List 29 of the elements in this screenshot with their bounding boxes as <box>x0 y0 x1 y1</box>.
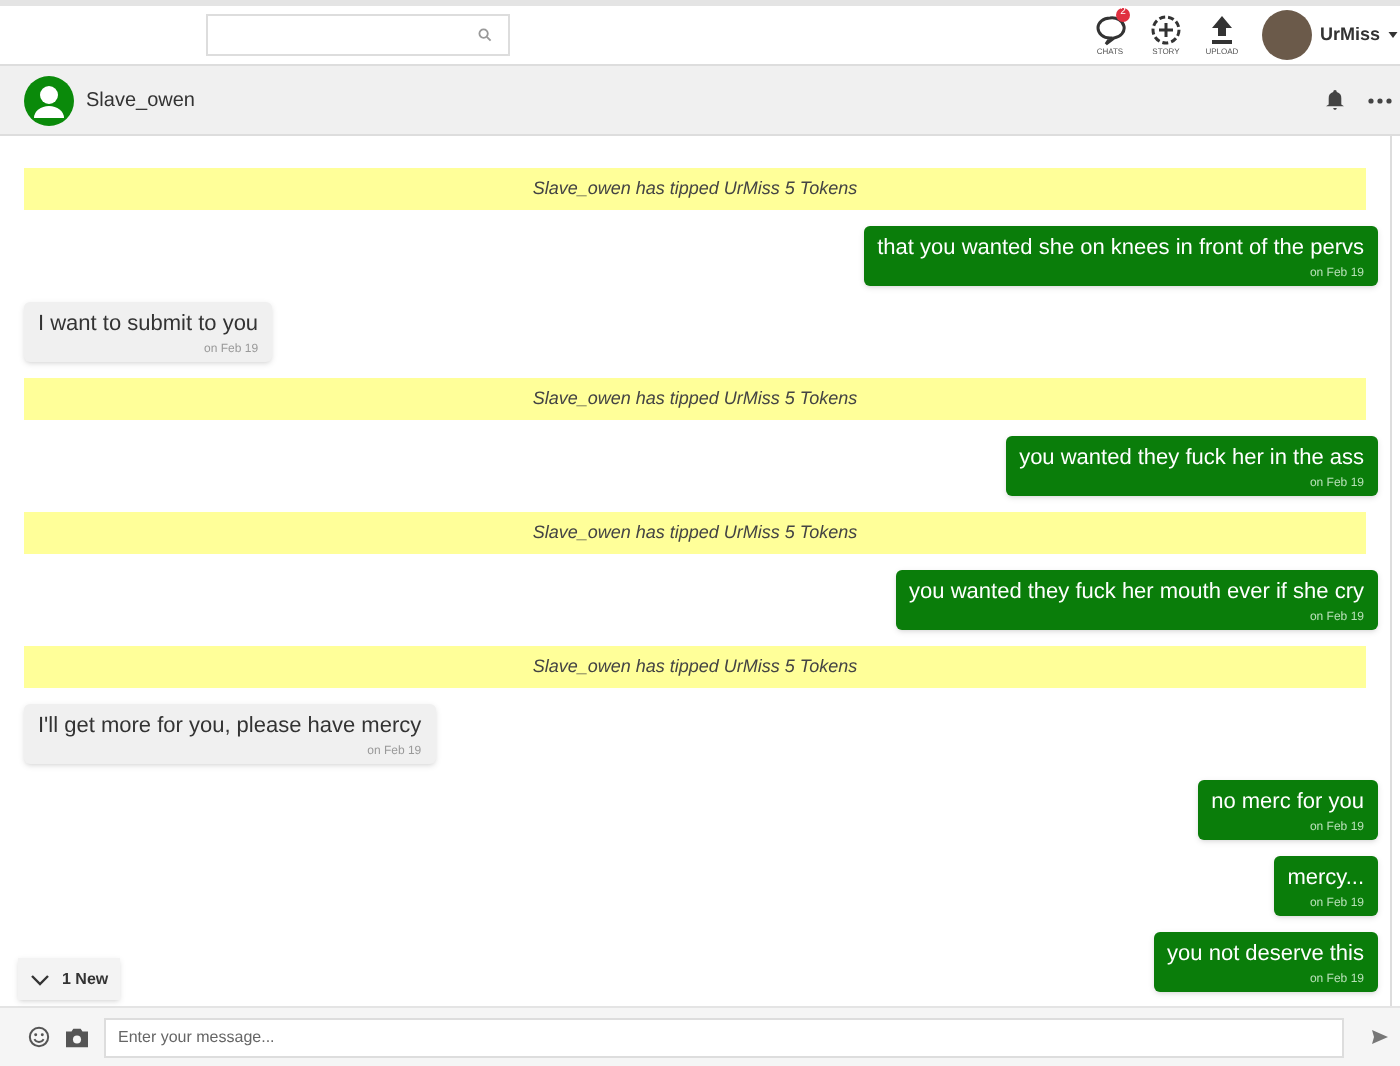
chat-bubble-icon <box>1093 13 1126 45</box>
bell-icon[interactable] <box>1326 90 1344 110</box>
message-text: mercy... <box>1287 864 1364 894</box>
message-text: you wanted they fuck her mouth ever if she cry <box>909 578 1364 608</box>
message-text: that you wanted she on knees in front of the pervs <box>877 234 1364 264</box>
user-avatar-icon <box>24 75 74 125</box>
tip-notice: Slave_owen has tipped UrMiss 5 Tokens <box>24 378 1366 420</box>
camera-icon[interactable] <box>66 1027 88 1047</box>
message-text: I want to submit to you <box>38 310 259 340</box>
send-icon[interactable] <box>1372 1030 1388 1044</box>
caret-icon <box>1388 32 1398 38</box>
message-text: no merc for you <box>1211 788 1364 818</box>
message-text: you wanted they fuck her in the ass <box>1019 444 1364 474</box>
message-text: I'll get more for you, please have mercy <box>38 712 422 742</box>
user-menu-button[interactable]: UrMiss <box>1319 21 1400 49</box>
contact-name: Slave_owen <box>86 87 195 115</box>
more-icon[interactable] <box>1368 97 1392 103</box>
smiley-icon[interactable] <box>28 1026 50 1048</box>
tip-notice: Slave_owen has tipped UrMiss 5 Tokens <box>24 646 1366 688</box>
tip-notice: Slave_owen has tipped UrMiss 5 Tokens <box>24 512 1366 554</box>
search-field[interactable] <box>206 14 510 56</box>
chevron-down-icon <box>30 973 50 985</box>
search-icon <box>478 28 492 42</box>
message-text: you not deserve this <box>1167 940 1364 970</box>
plus-circle-icon <box>1149 13 1182 45</box>
new-messages-button[interactable]: 1 New <box>18 958 121 1000</box>
avatar-photo-placeholder <box>1261 10 1312 60</box>
message-input[interactable]: Enter your message... <box>104 1017 1344 1057</box>
tip-notice: Slave_owen has tipped UrMiss 5 Tokens <box>24 168 1366 210</box>
